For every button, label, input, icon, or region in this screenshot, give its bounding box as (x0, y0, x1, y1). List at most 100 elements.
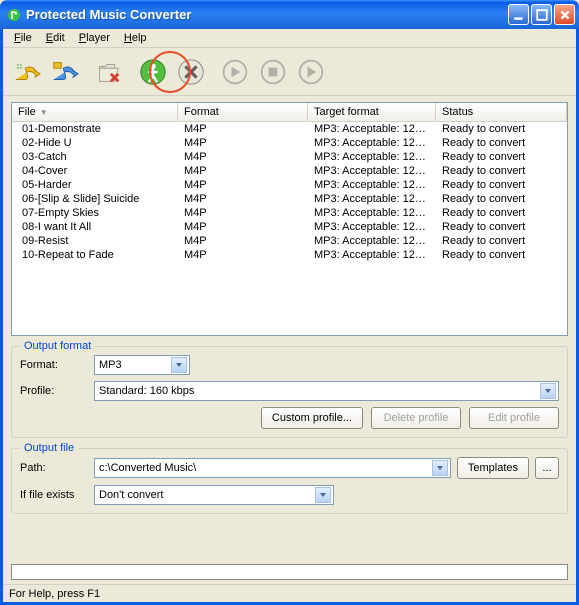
table-row[interactable]: 04-CoverM4PMP3: Acceptable: 128 ...Ready… (12, 164, 567, 178)
cell-target: MP3: Acceptable: 128 ... (308, 249, 436, 261)
table-row[interactable]: 02-Hide UM4PMP3: Acceptable: 128 ...Read… (12, 136, 567, 150)
profile-label: Profile: (20, 385, 88, 397)
table-row[interactable]: 07-Empty SkiesM4PMP3: Acceptable: 128 ..… (12, 206, 567, 220)
format-value: MP3 (99, 359, 171, 371)
if-exists-combo[interactable]: Don't convert (94, 485, 334, 505)
play-button[interactable] (217, 54, 253, 90)
cell-format: M4P (178, 179, 308, 191)
col-status[interactable]: Status (436, 103, 567, 121)
delete-profile-button[interactable]: Delete profile (371, 407, 461, 429)
close-button[interactable] (554, 4, 575, 25)
cell-format: M4P (178, 137, 308, 149)
cell-file: 07-Empty Skies (12, 207, 178, 219)
if-exists-label: If file exists (20, 489, 88, 501)
format-combo[interactable]: MP3 (94, 355, 190, 375)
cell-format: M4P (178, 123, 308, 135)
next-icon (297, 58, 325, 86)
list-header: File ▼ Format Target format Status (12, 103, 567, 122)
play-icon (221, 58, 249, 86)
path-label: Path: (20, 462, 88, 474)
stop-convert-icon (176, 57, 206, 87)
status-text: For Help, press F1 (9, 588, 100, 600)
list-body: 01-DemonstrateM4PMP3: Acceptable: 128 ..… (12, 122, 567, 262)
convert-icon (138, 57, 168, 87)
cell-status: Ready to convert (436, 165, 567, 177)
stop-convert-button[interactable] (173, 54, 209, 90)
combo-dropdown-icon[interactable] (171, 357, 187, 373)
combo-dropdown-icon[interactable] (432, 460, 448, 476)
maximize-button[interactable] (531, 4, 552, 25)
cell-target: MP3: Acceptable: 128 ... (308, 179, 436, 191)
remove-button[interactable] (91, 54, 127, 90)
custom-profile-button[interactable]: Custom profile... (261, 407, 363, 429)
add-folder-button[interactable] (47, 54, 83, 90)
cell-file: 06-[Slip & Slide] Suicide (12, 193, 178, 205)
window-buttons (508, 4, 575, 25)
path-combo[interactable]: c:\Converted Music\ (94, 458, 451, 478)
cell-status: Ready to convert (436, 123, 567, 135)
minimize-button[interactable] (508, 4, 529, 25)
browse-button[interactable]: ... (535, 457, 559, 479)
edit-profile-button[interactable]: Edit profile (469, 407, 559, 429)
cell-status: Ready to convert (436, 235, 567, 247)
add-file-icon (12, 57, 42, 87)
file-list[interactable]: File ▼ Format Target format Status 01-De… (11, 102, 568, 336)
status-bar: For Help, press F1 (3, 584, 576, 602)
profile-value: Standard: 160 kbps (99, 385, 540, 397)
table-row[interactable]: 03-CatchM4PMP3: Acceptable: 128 ...Ready… (12, 150, 567, 164)
cell-file: 09-Resist (12, 235, 178, 247)
add-file-button[interactable] (9, 54, 45, 90)
combo-dropdown-icon[interactable] (540, 383, 556, 399)
cell-target: MP3: Acceptable: 128 ... (308, 193, 436, 205)
cell-status: Ready to convert (436, 137, 567, 149)
table-row[interactable]: 08-I want It AllM4PMP3: Acceptable: 128 … (12, 220, 567, 234)
content-area: File ▼ Format Target format Status 01-De… (3, 96, 576, 560)
window-title: Protected Music Converter (26, 7, 508, 22)
cell-format: M4P (178, 193, 308, 205)
output-file-title: Output file (20, 442, 78, 454)
cell-format: M4P (178, 235, 308, 247)
profile-combo[interactable]: Standard: 160 kbps (94, 381, 559, 401)
cell-format: M4P (178, 207, 308, 219)
menu-edit[interactable]: Edit (39, 30, 72, 46)
table-row[interactable]: 05-HarderM4PMP3: Acceptable: 128 ...Read… (12, 178, 567, 192)
menu-player[interactable]: Player (72, 30, 117, 46)
menu-help[interactable]: Help (117, 30, 154, 46)
cell-status: Ready to convert (436, 221, 567, 233)
cell-format: M4P (178, 249, 308, 261)
remove-icon (94, 57, 124, 87)
col-format[interactable]: Format (178, 103, 308, 121)
output-format-title: Output format (20, 340, 95, 352)
templates-button[interactable]: Templates (457, 457, 529, 479)
col-target[interactable]: Target format (308, 103, 436, 121)
cell-format: M4P (178, 221, 308, 233)
cell-target: MP3: Acceptable: 128 ... (308, 235, 436, 247)
table-row[interactable]: 01-DemonstrateM4PMP3: Acceptable: 128 ..… (12, 122, 567, 136)
cell-status: Ready to convert (436, 207, 567, 219)
table-row[interactable]: 09-ResistM4PMP3: Acceptable: 128 ...Read… (12, 234, 567, 248)
cell-target: MP3: Acceptable: 128 ... (308, 151, 436, 163)
add-folder-icon (50, 57, 80, 87)
cell-file: 10-Repeat to Fade (12, 249, 178, 261)
convert-button[interactable] (135, 54, 171, 90)
combo-dropdown-icon[interactable] (315, 487, 331, 503)
cell-file: 02-Hide U (12, 137, 178, 149)
stop-button[interactable] (255, 54, 291, 90)
cell-file: 04-Cover (12, 165, 178, 177)
menu-file[interactable]: File (7, 30, 39, 46)
window-body: File Edit Player Help (0, 29, 579, 605)
cell-status: Ready to convert (436, 193, 567, 205)
cell-format: M4P (178, 165, 308, 177)
cell-format: M4P (178, 151, 308, 163)
progress-bar (11, 564, 568, 580)
output-file-group: Output file Path: c:\Converted Music\ Te… (11, 448, 568, 514)
format-label: Format: (20, 359, 88, 371)
table-row[interactable]: 06-[Slip & Slide] SuicideM4PMP3: Accepta… (12, 192, 567, 206)
col-file[interactable]: File ▼ (12, 103, 178, 121)
menu-bar: File Edit Player Help (3, 29, 576, 48)
sort-arrow-icon: ▼ (40, 108, 48, 117)
next-button[interactable] (293, 54, 329, 90)
cell-file: 01-Demonstrate (12, 123, 178, 135)
table-row[interactable]: 10-Repeat to FadeM4PMP3: Acceptable: 128… (12, 248, 567, 262)
cell-file: 05-Harder (12, 179, 178, 191)
